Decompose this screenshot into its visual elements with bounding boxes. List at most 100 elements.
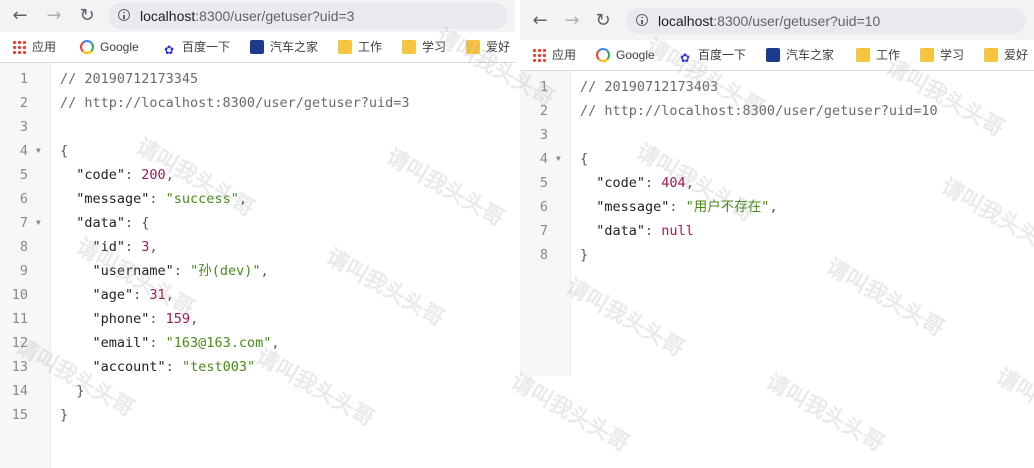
info-icon[interactable] bbox=[636, 14, 648, 26]
code-line: 1 // 20190712173403 bbox=[520, 75, 1034, 99]
code-token: // http://localhost:8300/user/getuser?ui… bbox=[60, 95, 410, 111]
code-text: "code": 404, bbox=[580, 171, 694, 195]
code-text: // 20190712173403 bbox=[580, 75, 718, 99]
code-token: : bbox=[125, 167, 142, 183]
bookmark-apps[interactable]: 应用 bbox=[12, 39, 56, 55]
code-text: // 20190712173345 bbox=[60, 67, 198, 91]
code-token: "message" bbox=[580, 199, 670, 215]
code-token: // 20190712173403 bbox=[580, 79, 719, 95]
code-token: 404 bbox=[661, 175, 686, 191]
code-line: 10 "age": 31, bbox=[0, 283, 515, 307]
forward-arrow-icon[interactable]: → bbox=[42, 4, 66, 28]
bookmark-label: 爱好 bbox=[1004, 48, 1029, 62]
code-text: "message": "success", bbox=[60, 187, 247, 211]
code-token: : bbox=[149, 191, 166, 207]
line-number: 1 bbox=[19, 71, 28, 87]
reload-icon[interactable]: ↻ bbox=[591, 9, 615, 33]
apps-grid-icon bbox=[532, 48, 546, 62]
code-token: "success" bbox=[165, 191, 239, 207]
bookmark-apps[interactable]: 应用 bbox=[532, 47, 576, 63]
code-token: { bbox=[580, 151, 589, 167]
code-line: 7 "data": null bbox=[520, 219, 1034, 243]
bookmark-folder-work[interactable]: 工作 bbox=[338, 39, 382, 55]
bookmark-label: 应用 bbox=[32, 40, 57, 54]
code-token: : bbox=[669, 199, 686, 215]
google-icon bbox=[80, 40, 94, 54]
bookmark-autohome[interactable]: 汽车之家 bbox=[250, 39, 318, 55]
bookmark-folder-study[interactable]: 学习 bbox=[402, 39, 446, 55]
code-token: , bbox=[238, 191, 247, 207]
line-number: 4 bbox=[539, 151, 548, 167]
line-number: 7 bbox=[19, 215, 28, 231]
folder-icon bbox=[466, 40, 480, 54]
bookmark-label: 学习 bbox=[940, 48, 965, 62]
folder-icon bbox=[856, 48, 870, 62]
json-viewer: 1 // 20190712173345 2 // http://localhost:8… bbox=[0, 63, 515, 468]
code-token: // http://localhost:8300/user/getuser?ui… bbox=[580, 103, 938, 119]
code-text: "age": 31, bbox=[60, 283, 174, 307]
code-line: 4 ▼ { bbox=[520, 147, 1034, 171]
code-token: , bbox=[190, 311, 199, 327]
code-line: 13 "account": "test003" bbox=[0, 355, 515, 379]
back-arrow-icon[interactable]: ← bbox=[8, 4, 32, 28]
code-line: 4 ▼ { bbox=[0, 139, 515, 163]
fold-toggle-icon[interactable]: ▼ bbox=[36, 139, 41, 163]
code-token: "163@163.com" bbox=[165, 335, 272, 351]
code-token: : bbox=[149, 311, 166, 327]
code-line: 14 } bbox=[0, 379, 515, 403]
baidu-paw-icon: ✿ bbox=[163, 43, 175, 57]
bookmark-folder-study[interactable]: 学习 bbox=[920, 47, 964, 63]
code-line: 8} bbox=[520, 243, 1034, 267]
url-text: localhost:8300/user/getuser?uid=10 bbox=[658, 12, 880, 30]
bookmark-label: 百度一下 bbox=[182, 40, 231, 54]
code-token: : bbox=[645, 223, 662, 239]
bookmark-baidu[interactable]: ✿ 百度一下 bbox=[162, 39, 231, 57]
code-text: } bbox=[580, 243, 588, 267]
code-token: "code" bbox=[60, 167, 126, 183]
code-token: : { bbox=[125, 215, 150, 231]
address-bar[interactable]: localhost:8300/user/getuser?uid=3 bbox=[108, 3, 508, 29]
code-text: { bbox=[60, 139, 68, 163]
code-token: , bbox=[685, 175, 694, 191]
bookmark-google[interactable]: Google bbox=[80, 39, 139, 55]
code-text: "code": 200, bbox=[60, 163, 174, 187]
code-token: , bbox=[769, 199, 778, 215]
bookmark-google[interactable]: Google bbox=[596, 47, 655, 63]
line-number: 9 bbox=[19, 263, 28, 279]
code-token: } bbox=[60, 383, 85, 399]
line-number: 6 bbox=[539, 199, 548, 215]
line-number: 7 bbox=[539, 223, 548, 239]
code-token: , bbox=[149, 239, 158, 255]
forward-arrow-icon[interactable]: → bbox=[560, 9, 584, 33]
code-token: , bbox=[260, 263, 269, 279]
line-number: 8 bbox=[19, 239, 28, 255]
bookmark-folder-work[interactable]: 工作 bbox=[856, 47, 900, 63]
reload-icon[interactable]: ↻ bbox=[75, 4, 99, 28]
fold-toggle-icon[interactable]: ▼ bbox=[556, 147, 561, 171]
info-icon[interactable] bbox=[118, 9, 130, 21]
code-token: 31 bbox=[149, 287, 166, 303]
url-path: :8300/user/getuser?uid=10 bbox=[713, 13, 881, 29]
fold-toggle-icon[interactable]: ▼ bbox=[36, 211, 41, 235]
code-text: "data": { bbox=[60, 211, 149, 235]
code-text: "username": "孙(dev)", bbox=[60, 259, 269, 283]
bookmark-autohome[interactable]: 汽车之家 bbox=[766, 47, 834, 63]
bookmark-label: 应用 bbox=[552, 48, 577, 62]
address-bar[interactable]: localhost:8300/user/getuser?uid=10 bbox=[626, 8, 1026, 34]
bookmark-folder-hobby[interactable]: 爱好 bbox=[466, 39, 510, 55]
line-number: 11 bbox=[11, 311, 28, 327]
watermark-text: 请叫我头头哥 bbox=[761, 369, 889, 457]
code-token: // 20190712173345 bbox=[60, 71, 199, 87]
code-line: 1 // 20190712173345 bbox=[0, 67, 515, 91]
code-token: , bbox=[271, 335, 280, 351]
bookmark-label: Google bbox=[100, 40, 139, 54]
code-token: "孙(dev)" bbox=[190, 263, 261, 279]
code-token: 159 bbox=[165, 311, 191, 327]
code-line: 6 "message": "用户不存在", bbox=[520, 195, 1034, 219]
code-text: "message": "用户不存在", bbox=[580, 195, 778, 219]
folder-icon bbox=[920, 48, 934, 62]
bookmark-baidu[interactable]: ✿ 百度一下 bbox=[678, 47, 746, 65]
bookmark-folder-hobby[interactable]: 爱好 bbox=[984, 47, 1028, 63]
bookmark-label: 汽车之家 bbox=[270, 40, 319, 54]
back-arrow-icon[interactable]: ← bbox=[528, 9, 552, 33]
